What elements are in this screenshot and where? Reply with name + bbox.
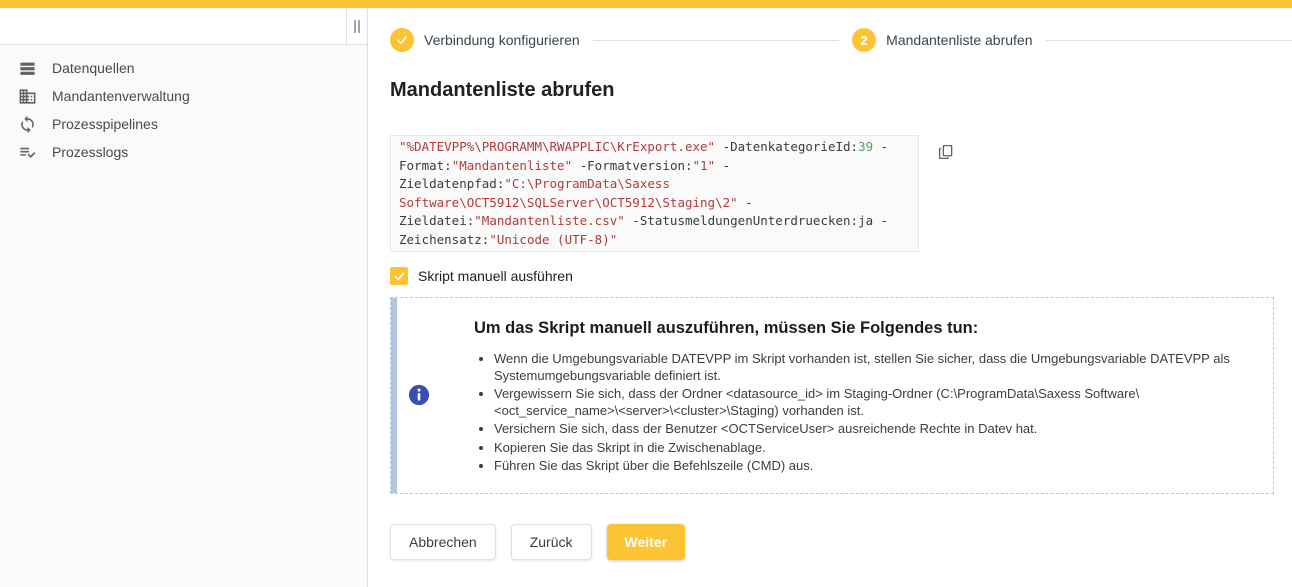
- sidebar-item-label: Mandantenverwaltung: [52, 88, 190, 104]
- info-bullet-list: Wenn die Umgebungsvariable DATEVPP im Sk…: [474, 351, 1243, 475]
- next-button[interactable]: Weiter: [607, 524, 686, 560]
- page-title: Mandantenliste abrufen: [390, 79, 1292, 102]
- info-bullet: Vergewissern Sie sich, dass der Ordner <…: [494, 386, 1243, 419]
- info-box-left-bar: [391, 298, 397, 493]
- info-title: Um das Skript manuell auszuführen, müsse…: [474, 319, 1243, 338]
- sidebar-item-label: Prozesslogs: [52, 144, 128, 160]
- step-2-mandantenliste-abrufen[interactable]: 2 Mandantenliste abrufen: [852, 28, 1032, 52]
- sidebar-item-label: Prozesspipelines: [52, 116, 158, 132]
- step-connector: [593, 40, 840, 41]
- step-2-indicator: 2: [852, 28, 876, 52]
- sidebar: Datenquellen Mandantenverwaltung Prozess…: [0, 8, 368, 587]
- building-icon: [18, 87, 37, 106]
- manual-run-checkbox[interactable]: Skript manuell ausführen: [390, 267, 573, 285]
- info-content: Um das Skript manuell auszuführen, müsse…: [441, 298, 1273, 493]
- step-1-verbindung-konfigurieren[interactable]: Verbindung konfigurieren: [390, 28, 580, 52]
- info-box: Um das Skript manuell auszuführen, müsse…: [390, 297, 1274, 494]
- data-sources-icon: [18, 59, 37, 78]
- sidebar-resize-handle[interactable]: [346, 8, 367, 44]
- checkbox-label: Skript manuell ausführen: [418, 268, 573, 284]
- log-check-icon: [18, 143, 37, 162]
- info-bullet: Kopieren Sie das Skript in die Zwischena…: [494, 440, 1243, 457]
- sidebar-item-label: Datenquellen: [52, 60, 135, 76]
- sidebar-header: [0, 8, 367, 45]
- step-1-label: Verbindung konfigurieren: [424, 32, 580, 48]
- check-icon: [395, 33, 409, 47]
- sidebar-item-prozesspipelines[interactable]: Prozesspipelines: [0, 110, 367, 138]
- back-button[interactable]: Zurück: [511, 524, 592, 560]
- step-2-number: 2: [861, 33, 868, 48]
- info-icon-column: [391, 298, 441, 493]
- step-connector: [1046, 40, 1292, 41]
- checkbox-checked-icon: [390, 267, 408, 285]
- sidebar-item-prozesslogs[interactable]: Prozesslogs: [0, 138, 367, 166]
- wizard-actions: Abbrechen Zurück Weiter: [390, 524, 1292, 560]
- script-code-block: "%DATEVPP%\PROGRAMM\RWAPPLIC\KrExport.ex…: [390, 135, 919, 252]
- info-icon: [408, 384, 430, 406]
- sidebar-item-mandantenverwaltung[interactable]: Mandantenverwaltung: [0, 82, 367, 110]
- copy-icon: [937, 143, 955, 161]
- top-accent-bar: [0, 0, 1292, 8]
- sidebar-item-datenquellen[interactable]: Datenquellen: [0, 54, 367, 82]
- cancel-button[interactable]: Abbrechen: [390, 524, 496, 560]
- info-bullet: Versichern Sie sich, dass der Benutzer <…: [494, 421, 1243, 438]
- copy-script-button[interactable]: [937, 143, 955, 161]
- script-section: "%DATEVPP%\PROGRAMM\RWAPPLIC\KrExport.ex…: [390, 135, 1292, 252]
- step-1-indicator: [390, 28, 414, 52]
- sync-icon: [18, 115, 37, 134]
- step-2-label: Mandantenliste abrufen: [886, 32, 1032, 48]
- sidebar-nav: Datenquellen Mandantenverwaltung Prozess…: [0, 45, 367, 166]
- main-content: Verbindung konfigurieren 2 Mandantenlist…: [369, 8, 1292, 587]
- info-bullet: Wenn die Umgebungsvariable DATEVPP im Sk…: [494, 351, 1243, 384]
- info-bullet: Führen Sie das Skript über die Befehlsze…: [494, 458, 1243, 475]
- wizard-stepper: Verbindung konfigurieren 2 Mandantenlist…: [390, 28, 1292, 52]
